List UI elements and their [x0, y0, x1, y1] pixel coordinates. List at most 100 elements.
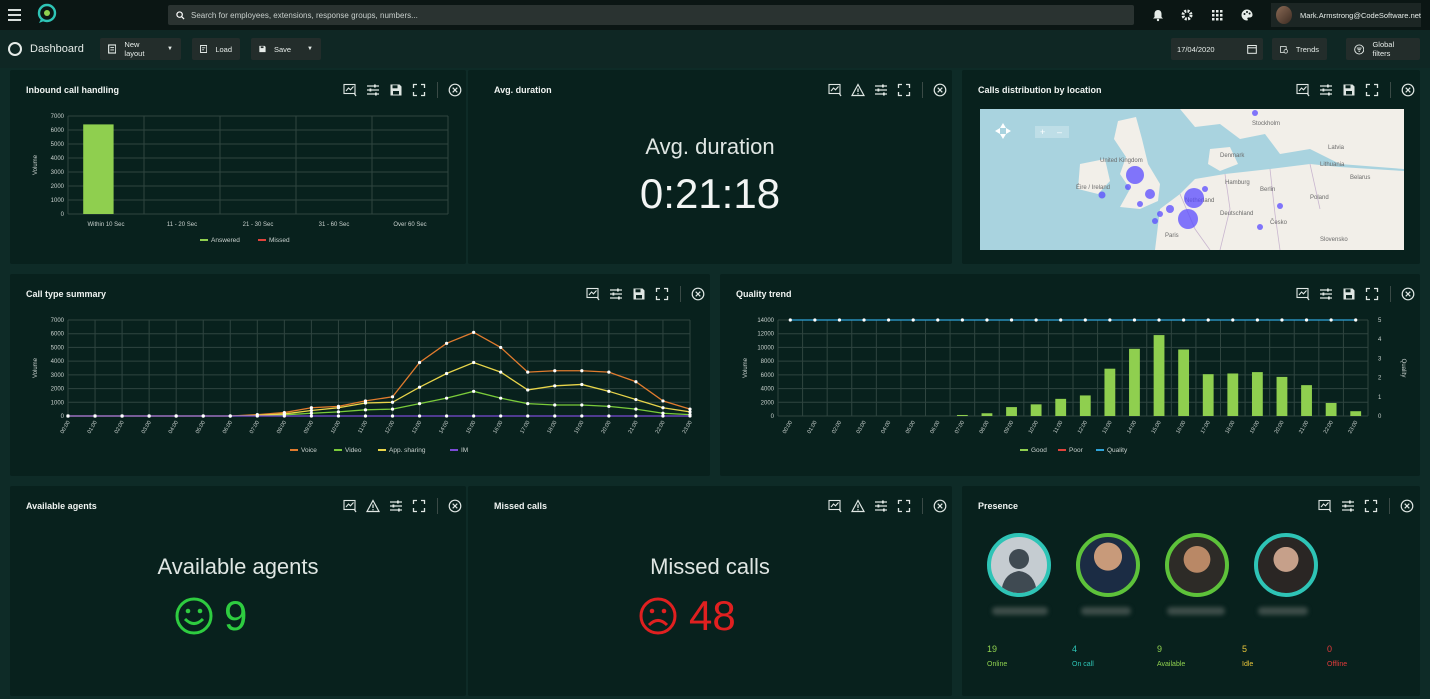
apps-grid-icon[interactable]	[1210, 8, 1224, 22]
y-axis-label: Volume	[33, 357, 39, 378]
chart-settings-icon[interactable]	[343, 83, 357, 97]
x-tick-label: 00:00	[60, 420, 72, 435]
save-icon[interactable]	[632, 287, 646, 301]
data-point	[862, 318, 866, 322]
y2-tick-label: 2	[1378, 376, 1382, 382]
close-icon[interactable]	[1401, 83, 1415, 97]
chart-settings-icon[interactable]	[1296, 287, 1310, 301]
map-label: Česko	[1270, 219, 1288, 226]
close-icon[interactable]	[448, 83, 462, 97]
expand-icon[interactable]	[1365, 287, 1379, 301]
expand-icon[interactable]	[412, 83, 426, 97]
date-input[interactable]: 17/04/2020	[1171, 38, 1263, 60]
x-tick-label: 10:00	[330, 420, 342, 435]
data-point	[472, 389, 476, 393]
panel-toolbar	[343, 498, 466, 514]
zoom-in-icon[interactable]: +	[1040, 127, 1045, 137]
chevron-down-icon[interactable]: ▼	[307, 46, 313, 52]
chart-settings-icon[interactable]	[1296, 83, 1310, 97]
x-tick-label: 21:00	[1298, 420, 1310, 435]
chevron-down-icon: ▼	[167, 46, 173, 52]
save-icon[interactable]	[389, 83, 403, 97]
menu-icon[interactable]	[8, 9, 21, 21]
bar	[1350, 411, 1362, 416]
available-agents-label: Available agents	[157, 554, 319, 579]
x-tick-label: 22:00	[655, 420, 667, 435]
load-button[interactable]: Load	[192, 38, 240, 60]
sliders-icon[interactable]	[1341, 499, 1355, 513]
user-silhouette-icon	[1001, 549, 1037, 593]
gear-icon[interactable]	[1180, 8, 1194, 22]
chart-settings-icon[interactable]	[1318, 499, 1332, 513]
layout-icon	[108, 44, 117, 54]
trends-button[interactable]: Trends	[1272, 38, 1327, 60]
close-icon[interactable]	[448, 499, 462, 513]
close-icon[interactable]	[1401, 287, 1415, 301]
warning-icon[interactable]	[366, 499, 380, 513]
app-logo-icon[interactable]	[36, 3, 58, 25]
x-tick-label: 19:00	[573, 420, 585, 435]
legend-label: Video	[345, 447, 362, 454]
save-icon[interactable]	[1342, 83, 1356, 97]
expand-icon[interactable]	[1365, 83, 1379, 97]
calendar-icon[interactable]	[1247, 44, 1257, 54]
avatar[interactable]	[1076, 533, 1140, 597]
data-point	[837, 318, 842, 322]
chart-settings-icon[interactable]	[586, 287, 600, 301]
stat-label: Online	[987, 661, 1008, 668]
expand-icon[interactable]	[655, 287, 669, 301]
global-filters-button[interactable]: Global filters	[1346, 38, 1420, 60]
user-menu[interactable]: Mark.Armstrong@CodeSoftware.net	[1271, 3, 1421, 27]
x-tick-label: 12:00	[1077, 420, 1089, 435]
stat-value: 5	[1242, 644, 1248, 654]
legend-label: App. sharing	[389, 447, 426, 454]
search-input[interactable]: Search for employees, extensions, respon…	[168, 5, 1134, 25]
close-icon[interactable]	[933, 83, 947, 97]
avatar[interactable]	[1254, 533, 1318, 597]
expand-icon[interactable]	[897, 499, 911, 513]
y-axis-label: Volume	[33, 154, 39, 175]
data-point	[688, 410, 692, 414]
avatar[interactable]	[987, 533, 1051, 597]
save-icon[interactable]	[1342, 287, 1356, 301]
data-point	[93, 414, 97, 418]
sliders-icon[interactable]	[389, 499, 403, 513]
search-placeholder: Search for employees, extensions, respon…	[191, 10, 418, 20]
expand-icon[interactable]	[412, 499, 426, 513]
location-map[interactable]: Stockholm Latvia Denmark Lithuania Unite…	[980, 109, 1404, 250]
sliders-icon[interactable]	[366, 83, 380, 97]
close-icon[interactable]	[933, 499, 947, 513]
stat-value: 4	[1072, 644, 1078, 654]
sliders-icon[interactable]	[1319, 287, 1333, 301]
save-button[interactable]: Save ▼	[251, 38, 321, 60]
data-point	[936, 318, 940, 322]
warning-icon[interactable]	[851, 499, 865, 513]
palette-icon[interactable]	[1240, 8, 1254, 22]
expand-icon[interactable]	[1364, 499, 1378, 513]
y-tick-label: 3000	[51, 170, 65, 176]
avatar[interactable]	[1165, 533, 1229, 597]
sliders-icon[interactable]	[609, 287, 623, 301]
sliders-icon[interactable]	[1319, 83, 1333, 97]
data-point	[911, 318, 915, 322]
y-tick-label: 1000	[51, 198, 65, 204]
x-tick-label: 22:00	[1323, 420, 1335, 435]
sliders-icon[interactable]	[874, 83, 888, 97]
bell-icon[interactable]	[1151, 8, 1165, 22]
y-tick-label: 0	[771, 414, 775, 420]
close-icon[interactable]	[691, 287, 705, 301]
warning-icon[interactable]	[851, 83, 865, 97]
map-label: Poland	[1310, 195, 1329, 201]
chart-settings-icon[interactable]	[343, 499, 357, 513]
expand-icon[interactable]	[897, 83, 911, 97]
chart-settings-icon[interactable]	[828, 83, 842, 97]
data-point	[553, 403, 557, 407]
sliders-icon[interactable]	[874, 499, 888, 513]
x-tick-label: 21 - 30 Sec	[243, 222, 274, 228]
y-tick-label: 0	[61, 212, 65, 218]
x-tick-label: 20:00	[1274, 420, 1286, 435]
close-icon[interactable]	[1400, 499, 1414, 513]
chart-settings-icon[interactable]	[828, 499, 842, 513]
zoom-out-icon[interactable]: –	[1057, 127, 1062, 137]
new-layout-button[interactable]: New layout ▼	[100, 38, 181, 60]
